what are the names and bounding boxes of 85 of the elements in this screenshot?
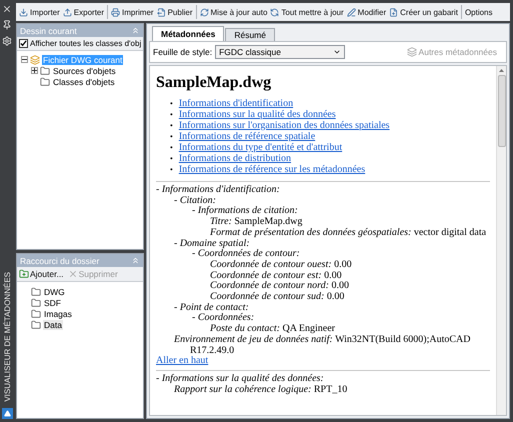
panel-title: Raccourci du dossier <box>20 256 100 266</box>
section-link[interactable]: Informations sur l'organisation des données spatiales <box>178 120 390 131</box>
folder-icon <box>31 320 41 330</box>
section-link[interactable]: Informations de référence spatiale <box>178 131 316 142</box>
publish-icon <box>156 8 166 16</box>
folder-icon <box>31 298 41 308</box>
metadata-line: Poste du contact: QA Engineer <box>210 324 336 335</box>
bullet: • <box>170 142 173 153</box>
folder-icon <box>31 308 41 318</box>
file-plus-icon <box>389 8 398 16</box>
stack-icon <box>406 47 417 57</box>
folder-item[interactable]: Data <box>43 320 63 330</box>
toolbar-button[interactable]: Imprimer <box>110 8 155 16</box>
tab[interactable]: Métadonnées <box>152 26 224 41</box>
metadata-line: Coordonnée de contour nord: 0.00 <box>210 281 350 292</box>
pin-icon[interactable] <box>2 20 12 30</box>
metadata-line: Coordonnée de contour sud: 0.00 <box>210 292 346 303</box>
toolbar-button[interactable]: Importer <box>18 8 61 16</box>
metadata-line: Titre: SampleMap.dwg <box>210 217 304 228</box>
bullet: • <box>170 109 173 120</box>
bullet: • <box>170 120 173 131</box>
toolbar-button[interactable]: Tout mettre à jour <box>269 8 345 16</box>
bullet: • <box>170 153 173 164</box>
expander-icon[interactable] <box>21 56 28 63</box>
bullet: • <box>170 164 173 175</box>
metadata-line: Environnement de jeu de données natif: Win32NT(Build 6000);AutoCAD R17.2.49.0 <box>174 334 472 356</box>
pen-icon <box>346 8 356 16</box>
metadata-line: Format de présentation des données géospatiales: vector digital data <box>210 228 488 239</box>
metadata-line: Rapport sur la cohérence logique: RPT_10 <box>174 384 348 396</box>
section-link[interactable]: Informations sur la qualité des données <box>178 109 336 120</box>
folder-plus-icon <box>19 269 29 279</box>
dropdown-caret-icon <box>333 48 342 56</box>
metadata-line: Coordonnée de contour est: 0.00 <box>210 270 343 281</box>
checkbox-icon[interactable] <box>19 39 28 48</box>
metadata-line: - Coordonnées: <box>192 313 256 324</box>
folder-item[interactable]: DWG <box>43 286 66 296</box>
toolbar-button[interactable]: Modifier <box>346 8 388 16</box>
printer-icon <box>111 8 120 16</box>
metadata-line: - Point de contact: <box>174 302 250 313</box>
drawing-file-icon <box>30 54 40 64</box>
panel-title: Dessin courant <box>20 26 77 36</box>
toolbar-button[interactable]: Exporter <box>62 8 106 16</box>
expander-icon[interactable] <box>31 67 38 74</box>
folder-icon <box>40 66 50 76</box>
section-link[interactable]: Informations de référence sur les métadonnées <box>178 164 366 175</box>
folder-item[interactable]: SDF <box>43 298 62 308</box>
stylesheet-label: Feuille de style: <box>153 47 212 57</box>
section-link[interactable]: Informations de distribution <box>178 153 292 164</box>
toolbar-button[interactable]: Mise à jour auto <box>198 8 268 16</box>
close-icon[interactable] <box>2 4 12 14</box>
metadata-line: Coordonnée de contour ouest: 0.00 <box>210 260 353 271</box>
scroll-up-icon[interactable] <box>499 69 504 72</box>
add-button[interactable]: Ajouter... <box>19 269 64 279</box>
metadata-line: - Informations de citation: <box>192 206 299 217</box>
scrollbar[interactable] <box>496 66 506 415</box>
toolbar-button[interactable]: Publier <box>156 8 194 16</box>
tab[interactable]: Résumé <box>225 28 275 41</box>
back-to-top-link[interactable]: Aller en haut <box>156 355 208 366</box>
folder-item[interactable]: Imagas <box>43 308 73 318</box>
document-title: SampleMap.dwg <box>156 74 272 92</box>
folder-icon <box>31 286 41 296</box>
tree-item[interactable]: Sources d'objets <box>52 66 117 76</box>
metadata-line: - Informations sur la qualité des données: <box>156 374 325 385</box>
import-icon <box>19 8 28 16</box>
export-icon <box>62 8 72 16</box>
toolbar-button[interactable]: Créer un gabarit <box>388 8 459 16</box>
section-link[interactable]: Informations du type d'entité et d'attribut <box>178 142 342 153</box>
stylesheet-select[interactable]: FGDC classique <box>215 45 346 59</box>
metadata-line: - Domaine spatial: <box>174 238 250 249</box>
scrollbar-thumb[interactable] <box>498 75 506 147</box>
show-all-checkbox[interactable]: Afficher toutes les classes d'obj <box>17 37 143 51</box>
bullet: • <box>170 131 173 142</box>
bullet: • <box>170 98 173 109</box>
refresh-icon <box>200 8 208 16</box>
metadata-line: - Coordonnées de contour: <box>192 249 301 260</box>
settings-icon[interactable] <box>2 36 12 46</box>
palette-title: VISUALISEUR DE MÉTADONNÉES <box>2 272 12 402</box>
metadata-line: - Citation: <box>174 196 217 206</box>
refresh-icon <box>270 8 280 16</box>
section-link[interactable]: Informations d'identification <box>178 98 294 109</box>
metadata-line: - Informations d'identification: <box>156 185 281 196</box>
delete-icon <box>68 269 78 279</box>
folder-icon <box>40 76 50 86</box>
toolbar-button[interactable]: Options <box>464 8 494 16</box>
tree-item[interactable]: Classes d'objets <box>52 76 116 86</box>
